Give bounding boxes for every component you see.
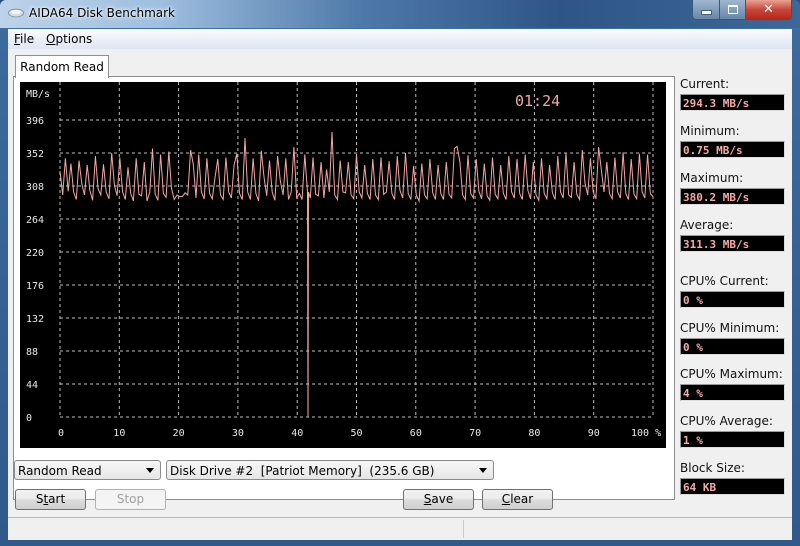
y-tick-label-396: 396: [26, 116, 44, 127]
x-tick-label-50: 50: [351, 428, 363, 439]
elapsed-timer: 01:24: [515, 92, 560, 110]
chevron-down-icon: [146, 468, 154, 473]
title-bar[interactable]: AIDA64 Disk Benchmark ✕: [0, 0, 800, 28]
cpu-maximum-value: 4 %: [680, 384, 785, 401]
block-size-label: Block Size:: [680, 461, 745, 475]
y-tick-label-264: 264: [26, 215, 44, 226]
menu-options-label: ptions: [55, 32, 93, 46]
save-label-post: ave: [431, 492, 454, 506]
test-type-value: Random Read: [18, 464, 102, 478]
clear-button[interactable]: Clear: [482, 489, 553, 510]
window-title: AIDA64 Disk Benchmark: [29, 6, 176, 20]
clear-label-accel: C: [501, 492, 511, 506]
tab-label: Random Read: [20, 60, 104, 74]
menu-file-label: ile: [20, 32, 35, 46]
status-divider: [463, 520, 464, 538]
disk-drive-icon: [8, 8, 24, 18]
cpu-minimum-value: 0 %: [680, 338, 785, 355]
x-tick-label-10: 10: [113, 428, 125, 439]
chart-svg: 0 44 88 132 176 220 264 308 352 396 0 10 20 30 40 50 60…: [26, 82, 661, 439]
x-tick-label-90: 90: [588, 428, 600, 439]
benchmark-chart: 0 44 88 132 176 220 264 308 352 396 0 10 20 30 40 50 60…: [20, 82, 666, 448]
close-icon: ✕: [763, 2, 774, 17]
stop-button[interactable]: Stop: [95, 489, 166, 510]
start-button[interactable]: Start: [15, 489, 86, 510]
x-tick-label-100: 100 %: [631, 428, 661, 439]
clear-label-post: lear: [510, 492, 534, 506]
y-tick-label-44: 44: [26, 380, 38, 391]
y-tick-label-352: 352: [26, 149, 44, 160]
maximum-label: Maximum:: [680, 171, 744, 185]
cpu-minimum-label: CPU% Minimum:: [680, 321, 780, 335]
x-tick-label-70: 70: [469, 428, 481, 439]
y-tick-label-88: 88: [26, 347, 38, 358]
y-axis-ticks: 0 44 88 132 176 220 264 308 352 396: [26, 116, 44, 424]
x-tick-label-40: 40: [291, 428, 303, 439]
y-tick-label-132: 132: [26, 314, 44, 325]
status-bar: [8, 517, 792, 540]
minimum-label: Minimum:: [680, 124, 740, 138]
x-tick-label-80: 80: [528, 428, 540, 439]
drive-select[interactable]: Disk Drive #2 [Patriot Memory] (235.6 GB…: [166, 460, 494, 480]
maximize-button[interactable]: [720, 0, 746, 20]
minimize-icon: [700, 10, 712, 15]
maximize-icon: [727, 5, 738, 14]
window-controls: ✕: [692, 0, 792, 20]
cpu-average-value: 1 %: [680, 431, 785, 448]
chart-grid: [59, 82, 654, 418]
menu-options[interactable]: Options: [46, 32, 92, 46]
x-tick-label-60: 60: [410, 428, 422, 439]
minimum-value: 0.75 MB/s: [680, 141, 785, 158]
client-area: File Options Random Read 0 44 88 132 176 220 2…: [8, 29, 792, 540]
cpu-current-value: 0 %: [680, 291, 785, 308]
x-tick-label-20: 20: [173, 428, 185, 439]
cpu-average-label: CPU% Average:: [680, 414, 773, 428]
menu-bar: File Options: [8, 29, 792, 49]
cpu-maximum-label: CPU% Maximum:: [680, 367, 783, 381]
y-tick-label-0: 0: [26, 413, 32, 424]
save-button[interactable]: Save: [403, 489, 474, 510]
x-tick-label-0: 0: [58, 428, 64, 439]
y-tick-label-220: 220: [26, 248, 44, 259]
y-tick-label-176: 176: [26, 281, 44, 292]
stop-label: Stop: [116, 492, 145, 506]
close-button[interactable]: ✕: [746, 0, 792, 20]
average-value: 311.3 MB/s: [680, 235, 785, 252]
average-label: Average:: [680, 218, 734, 232]
maximum-value: 380.2 MB/s: [680, 188, 785, 205]
x-axis-ticks: 0 10 20 30 40 50 60 70 80 90 100 %: [58, 428, 661, 439]
chevron-down-icon: [479, 468, 487, 473]
current-value: 294.3 MB/s: [680, 94, 785, 111]
block-size-value: 64 KB: [680, 478, 785, 495]
y-axis-unit-label: MB/s: [26, 89, 50, 100]
drive-value: Disk Drive #2 [Patriot Memory] (235.6 GB…: [170, 464, 435, 478]
start-label-post: art: [48, 492, 66, 506]
tab-random-read[interactable]: Random Read: [15, 55, 109, 78]
current-label: Current:: [680, 77, 730, 91]
app-window: AIDA64 Disk Benchmark ✕ File Options Ran…: [0, 0, 800, 546]
menu-file[interactable]: File: [14, 32, 34, 46]
y-tick-label-308: 308: [26, 182, 44, 193]
x-tick-label-30: 30: [232, 428, 244, 439]
test-type-select[interactable]: Random Read: [14, 460, 161, 480]
minimize-button[interactable]: [692, 0, 720, 20]
cpu-current-label: CPU% Current:: [680, 274, 769, 288]
